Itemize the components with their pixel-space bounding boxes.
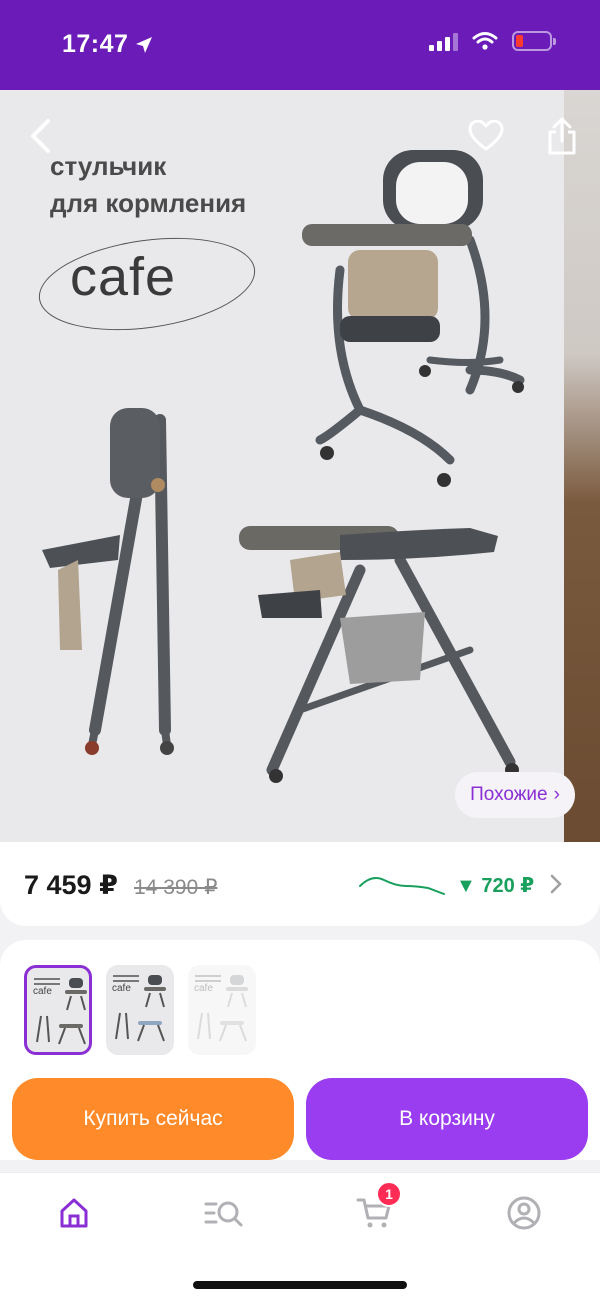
buy-now-button[interactable]: Купить сейчас: [12, 1078, 294, 1160]
thumbnail-chair-icon: [36, 978, 87, 1045]
add-to-cart-button[interactable]: В корзину: [306, 1078, 588, 1160]
clock-text: 17:47: [62, 30, 129, 58]
thumbnail-chair-icon: [197, 975, 248, 1042]
catalog-search-icon: [204, 1201, 243, 1227]
status-indicators: [429, 31, 556, 51]
tab-cart[interactable]: 1: [354, 1181, 402, 1233]
chevron-right-icon: ›: [553, 784, 560, 805]
chair-insert: [396, 162, 468, 224]
product-page: 17:47 стульчик для кормления cafe Похожи…: [0, 0, 600, 1300]
heart-icon: [468, 120, 504, 151]
next-image-peek: [564, 90, 600, 842]
status-bar: 17:47: [0, 0, 600, 90]
back-button[interactable]: [18, 112, 62, 160]
share-button[interactable]: [540, 110, 584, 162]
thumbnail-3[interactable]: cafe: [188, 965, 256, 1055]
profile-icon: [507, 1196, 541, 1230]
battery-low-icon: [512, 31, 556, 51]
wifi-icon: [472, 32, 498, 50]
chair-footrest: [340, 316, 440, 342]
favorite-button[interactable]: [462, 112, 510, 160]
thumbnail-2[interactable]: cafe: [106, 965, 174, 1055]
high-chair-illustration: [42, 150, 525, 783]
product-image-gallery[interactable]: стульчик для кормления cafe Похожие ›: [0, 90, 600, 842]
tab-profile[interactable]: [504, 1193, 544, 1233]
chevron-right-icon: [550, 874, 562, 894]
tab-catalog[interactable]: [204, 1193, 244, 1233]
status-time: 17:47: [62, 30, 154, 59]
old-price: 14 390 ₽: [134, 876, 218, 899]
current-price: 7 459 ₽: [24, 870, 118, 900]
cellular-signal-icon: [429, 31, 458, 51]
tab-home[interactable]: [54, 1193, 94, 1233]
home-indicator[interactable]: [193, 1281, 407, 1289]
bottom-tab-bar: 1: [0, 1172, 600, 1300]
price-drop: ▼ 720 ₽: [456, 875, 535, 897]
share-icon: [548, 117, 576, 155]
thumbnail-chair-icon: [115, 975, 166, 1042]
price-card[interactable]: 7 459 ₽ 14 390 ₽ ▼ 720 ₽: [0, 842, 600, 926]
home-icon: [60, 1198, 88, 1228]
chair-tray: [302, 224, 472, 246]
thumbnail-1[interactable]: cafe: [24, 965, 92, 1055]
similar-label: Похожие: [470, 784, 548, 805]
location-arrow-icon: [136, 36, 153, 53]
price-trend-sparkline-icon: [359, 877, 445, 895]
similar-products-button[interactable]: Похожие ›: [455, 772, 575, 818]
cart-count-badge: 1: [376, 1181, 402, 1207]
back-chevron-icon: [31, 119, 50, 153]
chair-seat: [348, 250, 438, 320]
